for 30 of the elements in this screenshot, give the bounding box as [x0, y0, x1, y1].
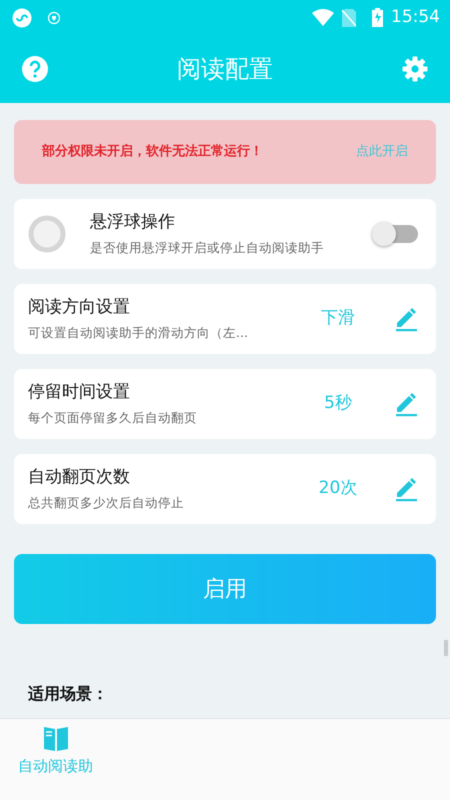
setting-title: 悬浮球操作: [90, 210, 176, 234]
setting-title: 停留时间设置: [28, 380, 131, 404]
setting-value: 下滑: [320, 307, 356, 330]
section-heading: 适用场景：: [28, 683, 109, 705]
shield-icon: [48, 10, 60, 24]
edit-icon[interactable]: [394, 391, 418, 417]
warning-message: 部分权限未开启，软件无法正常运行！: [42, 142, 263, 162]
setting-title: 阅读方向设置: [28, 296, 131, 319]
status-time: 15:54: [391, 6, 440, 29]
setting-description: 总共翻页多少次后自动停止: [28, 494, 185, 512]
setting-description: 可设置自动阅读助手的滑动方向（左...: [28, 324, 249, 342]
setting-description: 是否使用悬浮球开启或停止自动阅读助手: [90, 239, 325, 258]
setting-value: 5秒: [323, 392, 353, 416]
page-title: 阅读配置: [177, 54, 273, 85]
edit-icon[interactable]: [394, 476, 418, 502]
battery-charging-icon: [372, 8, 383, 27]
setting-title: 自动翻页次数: [28, 466, 131, 489]
help-icon[interactable]: [22, 56, 48, 82]
settings-icon[interactable]: [402, 56, 428, 82]
enable-button[interactable]: 启用: [14, 554, 436, 624]
wifi-icon: [312, 8, 334, 26]
app-notification-icon: [12, 8, 32, 28]
book-icon: [42, 725, 70, 753]
scrollbar: [444, 640, 448, 656]
enable-permission-link[interactable]: 点此开启: [356, 142, 408, 162]
setting-description: 每个页面停留多久后自动翻页: [28, 409, 198, 428]
setting-value: 20次: [318, 477, 358, 500]
ball-icon: [28, 215, 66, 253]
no-sim-icon: [342, 8, 356, 26]
edit-icon[interactable]: [394, 306, 418, 332]
